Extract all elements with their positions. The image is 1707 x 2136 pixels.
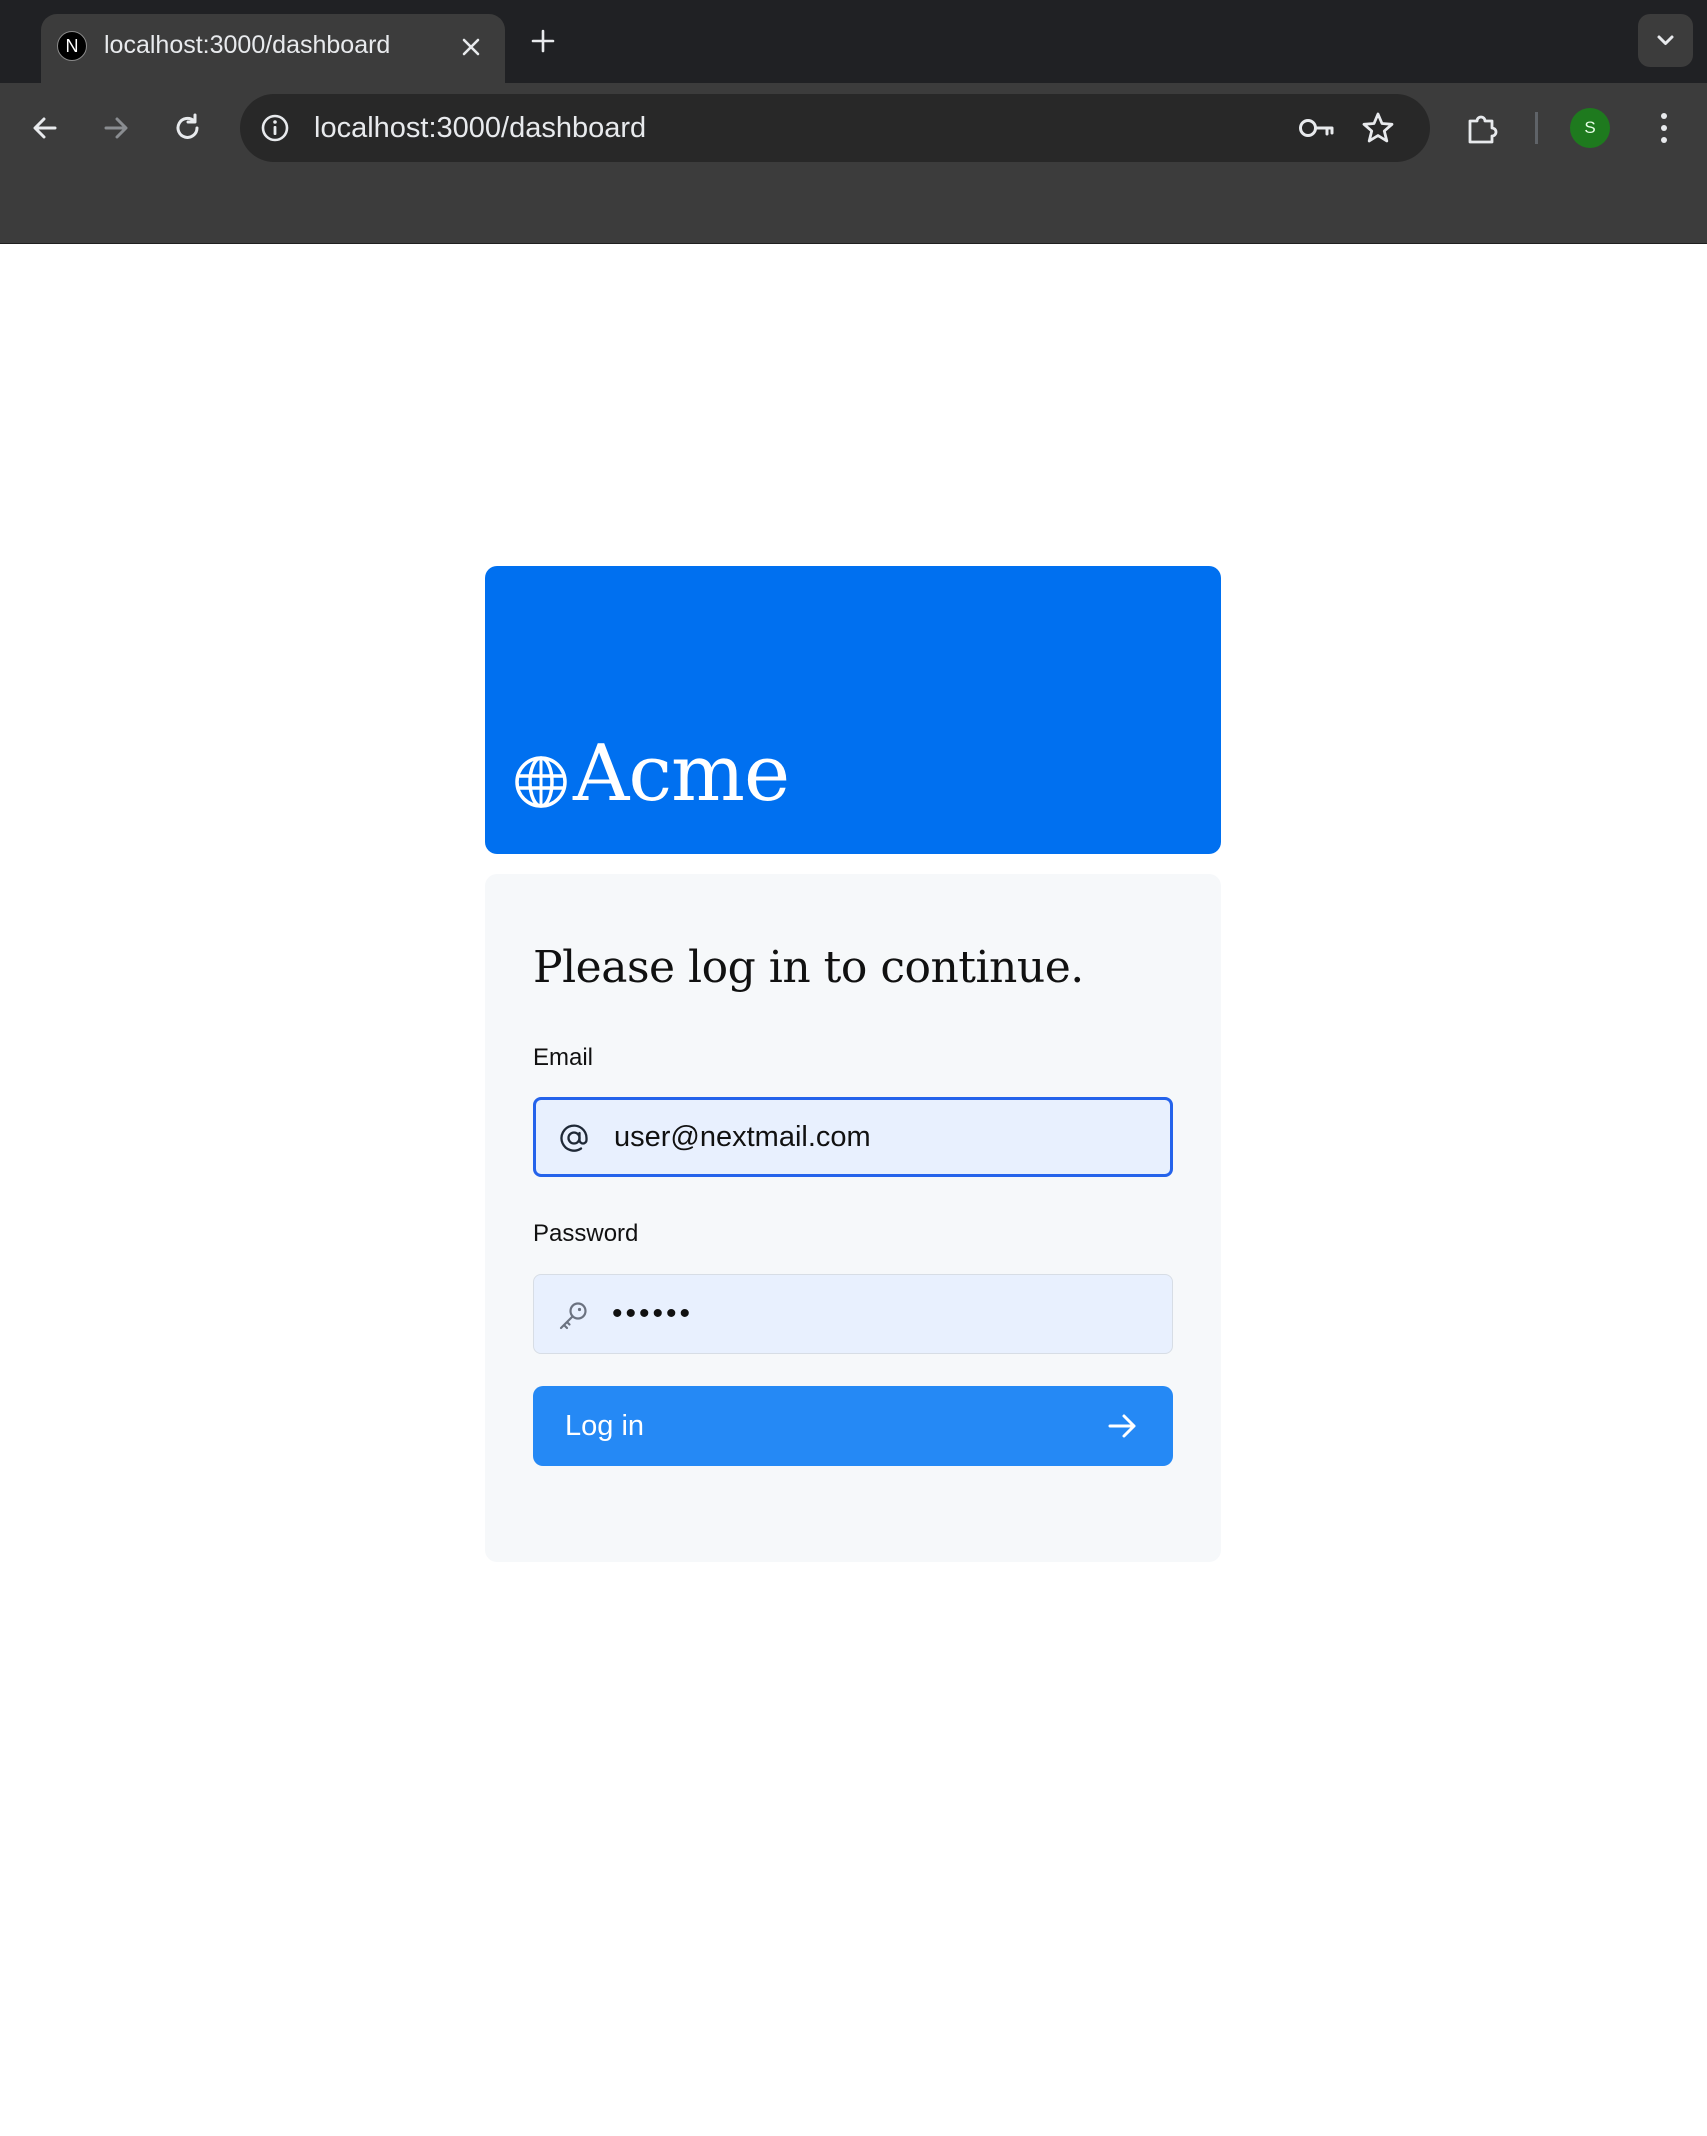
browser-tab[interactable]: N localhost:3000/dashboard [41, 14, 505, 83]
password-label: Password [533, 1220, 639, 1247]
tab-strip: N localhost:3000/dashboard [0, 0, 1707, 83]
profile-avatar[interactable]: S [1570, 108, 1610, 148]
plus-icon[interactable] [528, 26, 558, 56]
login-form: Please log in to continue. Email Passwor… [485, 874, 1221, 1562]
nextjs-favicon-icon: N [57, 31, 87, 61]
close-icon[interactable] [456, 32, 486, 62]
login-button[interactable]: Log in [533, 1386, 1173, 1466]
puzzle-piece-icon[interactable] [1464, 109, 1502, 147]
url-text[interactable]: localhost:3000/dashboard [314, 108, 646, 148]
toolbar-divider [1535, 112, 1538, 144]
email-input[interactable] [614, 1100, 1154, 1174]
password-input[interactable] [612, 1275, 1152, 1353]
browser-chrome: N localhost:3000/dashboard localhost:300… [0, 0, 1707, 244]
globe-icon [515, 756, 567, 808]
info-icon[interactable] [259, 112, 291, 144]
tab-search-button[interactable] [1638, 14, 1693, 67]
key-icon [559, 1302, 587, 1330]
key-icon[interactable] [1297, 113, 1337, 143]
address-bar[interactable]: localhost:3000/dashboard [240, 94, 1430, 162]
forward-arrow-icon[interactable] [96, 108, 136, 148]
login-button-label: Log in [565, 1410, 645, 1442]
back-arrow-icon[interactable] [25, 108, 65, 148]
at-sign-icon [560, 1124, 588, 1152]
brand-name: Acme [573, 729, 790, 819]
reload-icon[interactable] [168, 108, 208, 148]
kebab-menu-icon[interactable] [1646, 109, 1682, 147]
tab-title: localhost:3000/dashboard [104, 31, 391, 59]
email-label: Email [533, 1044, 594, 1071]
chevron-down-icon [1657, 35, 1674, 45]
brand-banner: Acme [485, 566, 1221, 854]
password-field[interactable] [533, 1274, 1173, 1354]
arrow-right-icon [1108, 1414, 1136, 1438]
star-icon[interactable] [1360, 110, 1396, 146]
email-field[interactable] [533, 1097, 1173, 1177]
login-heading: Please log in to continue. [533, 942, 1084, 993]
